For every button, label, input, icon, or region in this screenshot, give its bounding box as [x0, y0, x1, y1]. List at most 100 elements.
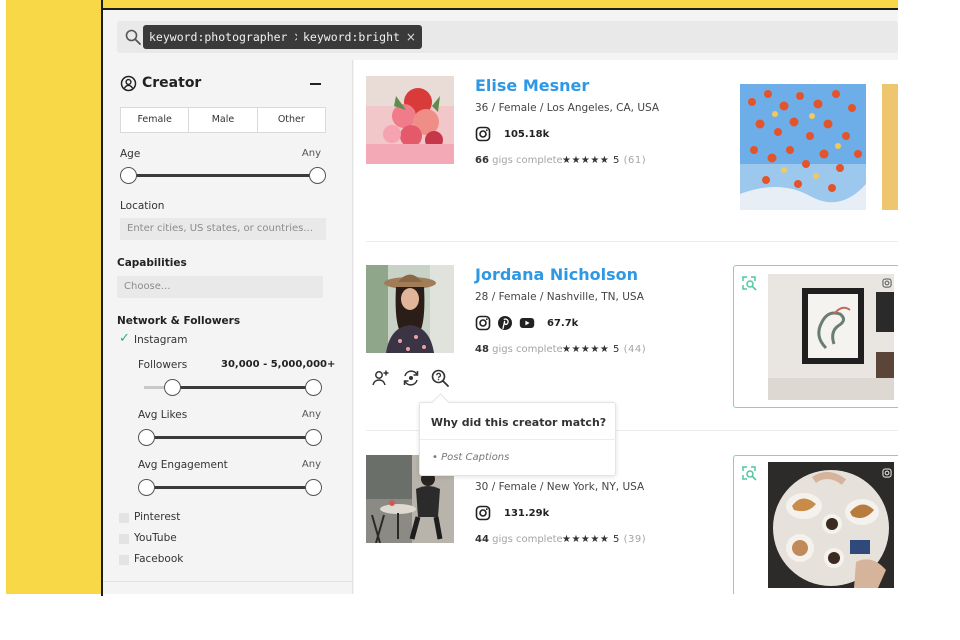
gender-option-female[interactable]: Female	[121, 108, 190, 132]
view-refresh-icon[interactable]	[401, 368, 421, 388]
rating-stars: ★★★★★	[562, 155, 610, 166]
instagram-icon	[475, 505, 491, 521]
gigs-label: gigs complete	[492, 534, 563, 545]
chip-label: keyword:photographer	[149, 30, 288, 44]
follower-count: 67.7k	[547, 318, 579, 329]
followers-slider[interactable]	[138, 379, 323, 397]
creator-name[interactable]: Jordana Nicholson	[475, 265, 638, 284]
avg-likes-min-handle[interactable]	[138, 429, 155, 446]
rating: ★★★★★ 5 (44)	[562, 344, 646, 355]
rating: ★★★★★ 5 (61)	[562, 155, 646, 166]
creator-demographics: 30 / Female / New York, NY, USA	[475, 481, 645, 493]
instagram-badge-icon	[882, 278, 892, 288]
instagram-badge-icon	[882, 468, 892, 478]
content-thumbnail-partial[interactable]	[882, 84, 898, 210]
rating-value: 5	[613, 534, 620, 545]
avg-engagement-min-handle[interactable]	[138, 479, 155, 496]
youtube-checkbox[interactable]	[119, 534, 129, 544]
result-divider	[366, 241, 898, 242]
search-chip-photographer[interactable]: keyword:photographer ×	[143, 25, 310, 49]
follower-count: 131.29k	[504, 508, 550, 519]
rating-stars: ★★★★★	[562, 534, 610, 545]
pinterest-icon	[498, 316, 512, 330]
age-label: Age	[120, 148, 141, 160]
followers-label: Followers	[138, 359, 188, 371]
gigs-count: 48	[475, 344, 489, 355]
facebook-checkbox[interactable]	[119, 555, 129, 565]
avg-likes-slider[interactable]	[138, 429, 323, 447]
youtube-filter-label[interactable]: YouTube	[134, 532, 177, 544]
gigs-complete-text: 66 gigs complete	[475, 155, 563, 166]
creator-section-title: Creator	[142, 75, 202, 91]
yellow-background-left	[6, 0, 102, 594]
gigs-complete-text: 44 gigs complete	[475, 534, 563, 545]
capabilities-label: Capabilities	[117, 257, 187, 269]
avg-likes-value: Any	[301, 409, 321, 420]
filter-sidebar: Creator Female Male Other Age Any Locati…	[103, 60, 353, 594]
chip-remove-icon[interactable]: ×	[406, 25, 416, 49]
creator-demographics: 36 / Female / Los Angeles, CA, USA	[475, 102, 660, 114]
avg-engagement-max-handle[interactable]	[305, 479, 322, 496]
avg-engagement-label: Avg Engagement	[138, 459, 228, 471]
checkmark-icon[interactable]: ✓	[119, 331, 130, 346]
age-value: Any	[301, 148, 321, 159]
review-count: (61)	[623, 155, 647, 166]
pinterest-checkbox[interactable]	[119, 513, 129, 523]
rating: ★★★★★ 5 (39)	[562, 534, 646, 545]
instagram-filter-label[interactable]: Instagram	[134, 334, 187, 346]
gigs-count: 66	[475, 155, 489, 166]
instagram-icon	[475, 126, 491, 142]
collapse-icon[interactable]	[310, 83, 321, 85]
creator-results-list: Elise Mesner 36 / Female / Los Angeles, …	[354, 60, 898, 594]
pinterest-filter-label[interactable]: Pinterest	[134, 511, 180, 523]
review-count: (39)	[623, 534, 647, 545]
avg-engagement-value: Any	[301, 459, 321, 470]
creator-name[interactable]: Elise Mesner	[475, 76, 589, 95]
avg-likes-max-handle[interactable]	[305, 429, 322, 446]
content-thumbnail[interactable]	[768, 274, 894, 400]
capabilities-select[interactable]: Choose...	[117, 276, 323, 298]
matched-content-card[interactable]	[733, 265, 898, 408]
followers-range-value: 30,000 - 5,000,000+	[221, 359, 336, 370]
instagram-icon	[475, 315, 491, 331]
matched-content-card[interactable]	[733, 455, 898, 594]
creator-avatar[interactable]	[366, 76, 454, 164]
gender-option-male[interactable]: Male	[189, 108, 258, 132]
chip-label: keyword:bright	[303, 30, 400, 44]
content-thumbnail[interactable]	[740, 84, 866, 210]
app-window: keyword:photographer × keyword:bright × …	[103, 10, 898, 594]
followers-slider-min-handle[interactable]	[164, 379, 181, 396]
rating-value: 5	[613, 155, 620, 166]
age-slider-min-handle[interactable]	[120, 167, 137, 184]
follower-count: 105.18k	[504, 129, 550, 140]
gigs-count: 44	[475, 534, 489, 545]
search-bar[interactable]: keyword:photographer × keyword:bright ×	[117, 21, 898, 53]
followers-slider-max-handle[interactable]	[305, 379, 322, 396]
location-input[interactable]: Enter cities, US states, or countries...	[120, 218, 326, 240]
tooltip-divider	[420, 439, 617, 440]
match-reason-tooltip: Why did this creator match? • Post Capti…	[419, 402, 617, 476]
tooltip-title: Why did this creator match?	[430, 416, 607, 429]
match-reason-icon[interactable]	[430, 368, 450, 388]
creator-avatar[interactable]	[366, 265, 454, 353]
avg-engagement-slider[interactable]	[138, 479, 323, 497]
gigs-label: gigs complete	[492, 344, 563, 355]
facebook-filter-label[interactable]: Facebook	[134, 553, 183, 565]
search-chip-bright[interactable]: keyword:bright ×	[297, 25, 422, 49]
content-thumbnail[interactable]	[768, 462, 894, 588]
gender-segmented-control: Female Male Other	[120, 107, 326, 133]
age-slider[interactable]	[120, 167, 326, 185]
gender-option-other[interactable]: Other	[258, 108, 325, 132]
network-followers-label: Network & Followers	[117, 315, 241, 327]
rating-stars: ★★★★★	[562, 344, 610, 355]
match-search-icon	[742, 466, 757, 481]
age-slider-max-handle[interactable]	[309, 167, 326, 184]
match-search-icon	[742, 276, 757, 291]
sidebar-divider	[103, 581, 353, 582]
location-label: Location	[120, 200, 165, 212]
gigs-label: gigs complete	[492, 155, 563, 166]
rating-value: 5	[613, 344, 620, 355]
tooltip-reason-item: • Post Captions	[432, 452, 510, 463]
add-user-icon[interactable]	[371, 368, 391, 388]
creator-demographics: 28 / Female / Nashville, TN, USA	[475, 291, 644, 303]
